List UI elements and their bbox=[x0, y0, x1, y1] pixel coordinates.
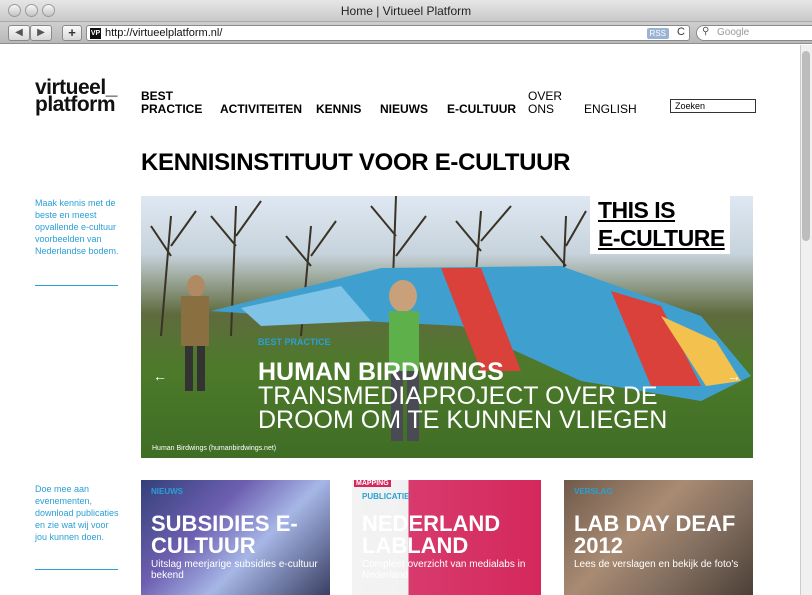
this-is-e-culture-badge[interactable]: THIS IS E-CULTURE bbox=[590, 196, 730, 254]
sidebar-intro-text: Maak kennis met de beste en meest opvall… bbox=[35, 198, 119, 256]
badge-text: THIS IS E-CULTURE bbox=[598, 196, 725, 252]
back-button[interactable]: ◀ bbox=[8, 25, 30, 41]
hero-subtitle[interactable]: TRANSMEDIAPROJECT OVER DE DROOM OM TE KU… bbox=[258, 384, 678, 433]
page-scrollbar[interactable] bbox=[800, 45, 812, 595]
add-bookmark-button[interactable]: + bbox=[62, 25, 82, 41]
sidebar-join-text: Doe mee aan evenementen, download public… bbox=[35, 484, 119, 542]
tile-subsidies[interactable]: NIEUWS SUBSIDIES E-CULTUUR Uitslag meerj… bbox=[141, 480, 330, 595]
tile-subtitle: Compleet overzicht van medialabs in Nede… bbox=[362, 559, 526, 581]
browser-search-field[interactable]: ⚲ Google bbox=[696, 25, 812, 41]
address-bar[interactable]: VP http://virtueelplatform.nl/ RSS C bbox=[86, 25, 690, 41]
sidebar-divider bbox=[35, 569, 118, 570]
site-logo[interactable]: virtueel_ platform bbox=[35, 77, 117, 116]
window-title: Home | Virtueel Platform bbox=[340, 4, 472, 18]
nav-e-cultuur[interactable]: E-CULTUUR bbox=[447, 103, 516, 116]
site-search-input[interactable]: Zoeken bbox=[670, 99, 756, 113]
scrollbar-thumb[interactable] bbox=[802, 51, 810, 241]
url-text[interactable]: http://virtueelplatform.nl/ bbox=[105, 27, 222, 39]
window-titlebar: Home | Virtueel Platform bbox=[0, 0, 812, 22]
tile-category: PUBLICATIE bbox=[362, 492, 410, 501]
tile-title: NEDERLAND LABLAND bbox=[362, 511, 501, 558]
mapping-label: MAPPING bbox=[354, 480, 391, 487]
search-placeholder: Google bbox=[717, 27, 750, 38]
site-favicon-icon: VP bbox=[90, 28, 101, 39]
tile-labland[interactable]: MAPPING PUBLICATIE NEDERLAND LABLAND Com… bbox=[352, 480, 541, 595]
tile-category: VERSLAG bbox=[574, 487, 613, 496]
badge-line-1: THIS IS bbox=[598, 197, 676, 223]
reload-icon[interactable]: C bbox=[677, 26, 685, 38]
nav-ons-label: ONS bbox=[528, 102, 555, 116]
nav-best-practice[interactable]: BEST PRACTICE bbox=[141, 90, 202, 116]
search-icon: ⚲ bbox=[702, 26, 710, 37]
tile-lab-day[interactable]: VERSLAG LAB DAY DEAF 2012 Lees de versla… bbox=[564, 480, 753, 595]
tile-category: NIEUWS bbox=[151, 487, 183, 496]
nav-activiteiten[interactable]: ACTIVITEITEN bbox=[220, 103, 302, 116]
nav-english[interactable]: ENGLISH bbox=[584, 103, 637, 116]
tile-title: LAB DAY DEAF 2012 bbox=[574, 511, 736, 558]
next-slide-arrow-icon[interactable]: → bbox=[727, 368, 741, 384]
page-headline: KENNISINSTITUUT VOOR E-CULTUUR bbox=[141, 149, 571, 176]
forward-button[interactable]: ▶ bbox=[30, 25, 52, 41]
nav-nieuws[interactable]: NIEUWS bbox=[380, 103, 428, 116]
nav-kennis[interactable]: KENNIS bbox=[316, 103, 361, 116]
hero-caption: Human Birdwings (humanbirdwings.net) bbox=[152, 445, 277, 452]
prev-slide-arrow-icon[interactable]: ← bbox=[153, 368, 167, 384]
logo-line-2: platform bbox=[35, 93, 115, 116]
nav-practice-label: PRACTICE bbox=[141, 102, 203, 116]
web-page: virtueel_ platform BEST PRACTICE ACTIVIT… bbox=[0, 45, 812, 595]
badge-line-2: E-CULTURE bbox=[598, 225, 725, 251]
sidebar-divider bbox=[35, 285, 118, 286]
browser-toolbar: ◀ ▶ + VP http://virtueelplatform.nl/ RSS… bbox=[0, 22, 812, 44]
tile-subtitle: Uitslag meerjarige subsidies e-cultuur b… bbox=[151, 559, 318, 581]
hero-slideshow[interactable]: THIS IS E-CULTURE BEST PRACTICE HUMAN BI… bbox=[141, 196, 753, 458]
rss-button[interactable]: RSS bbox=[646, 28, 669, 39]
tile-subtitle: Lees de verslagen en bekijk de foto's bbox=[574, 559, 739, 570]
tile-title: SUBSIDIES E-CULTUUR bbox=[151, 511, 298, 558]
nav-over-ons[interactable]: OVER ONS bbox=[528, 90, 562, 116]
hero-category: BEST PRACTICE bbox=[258, 337, 331, 347]
